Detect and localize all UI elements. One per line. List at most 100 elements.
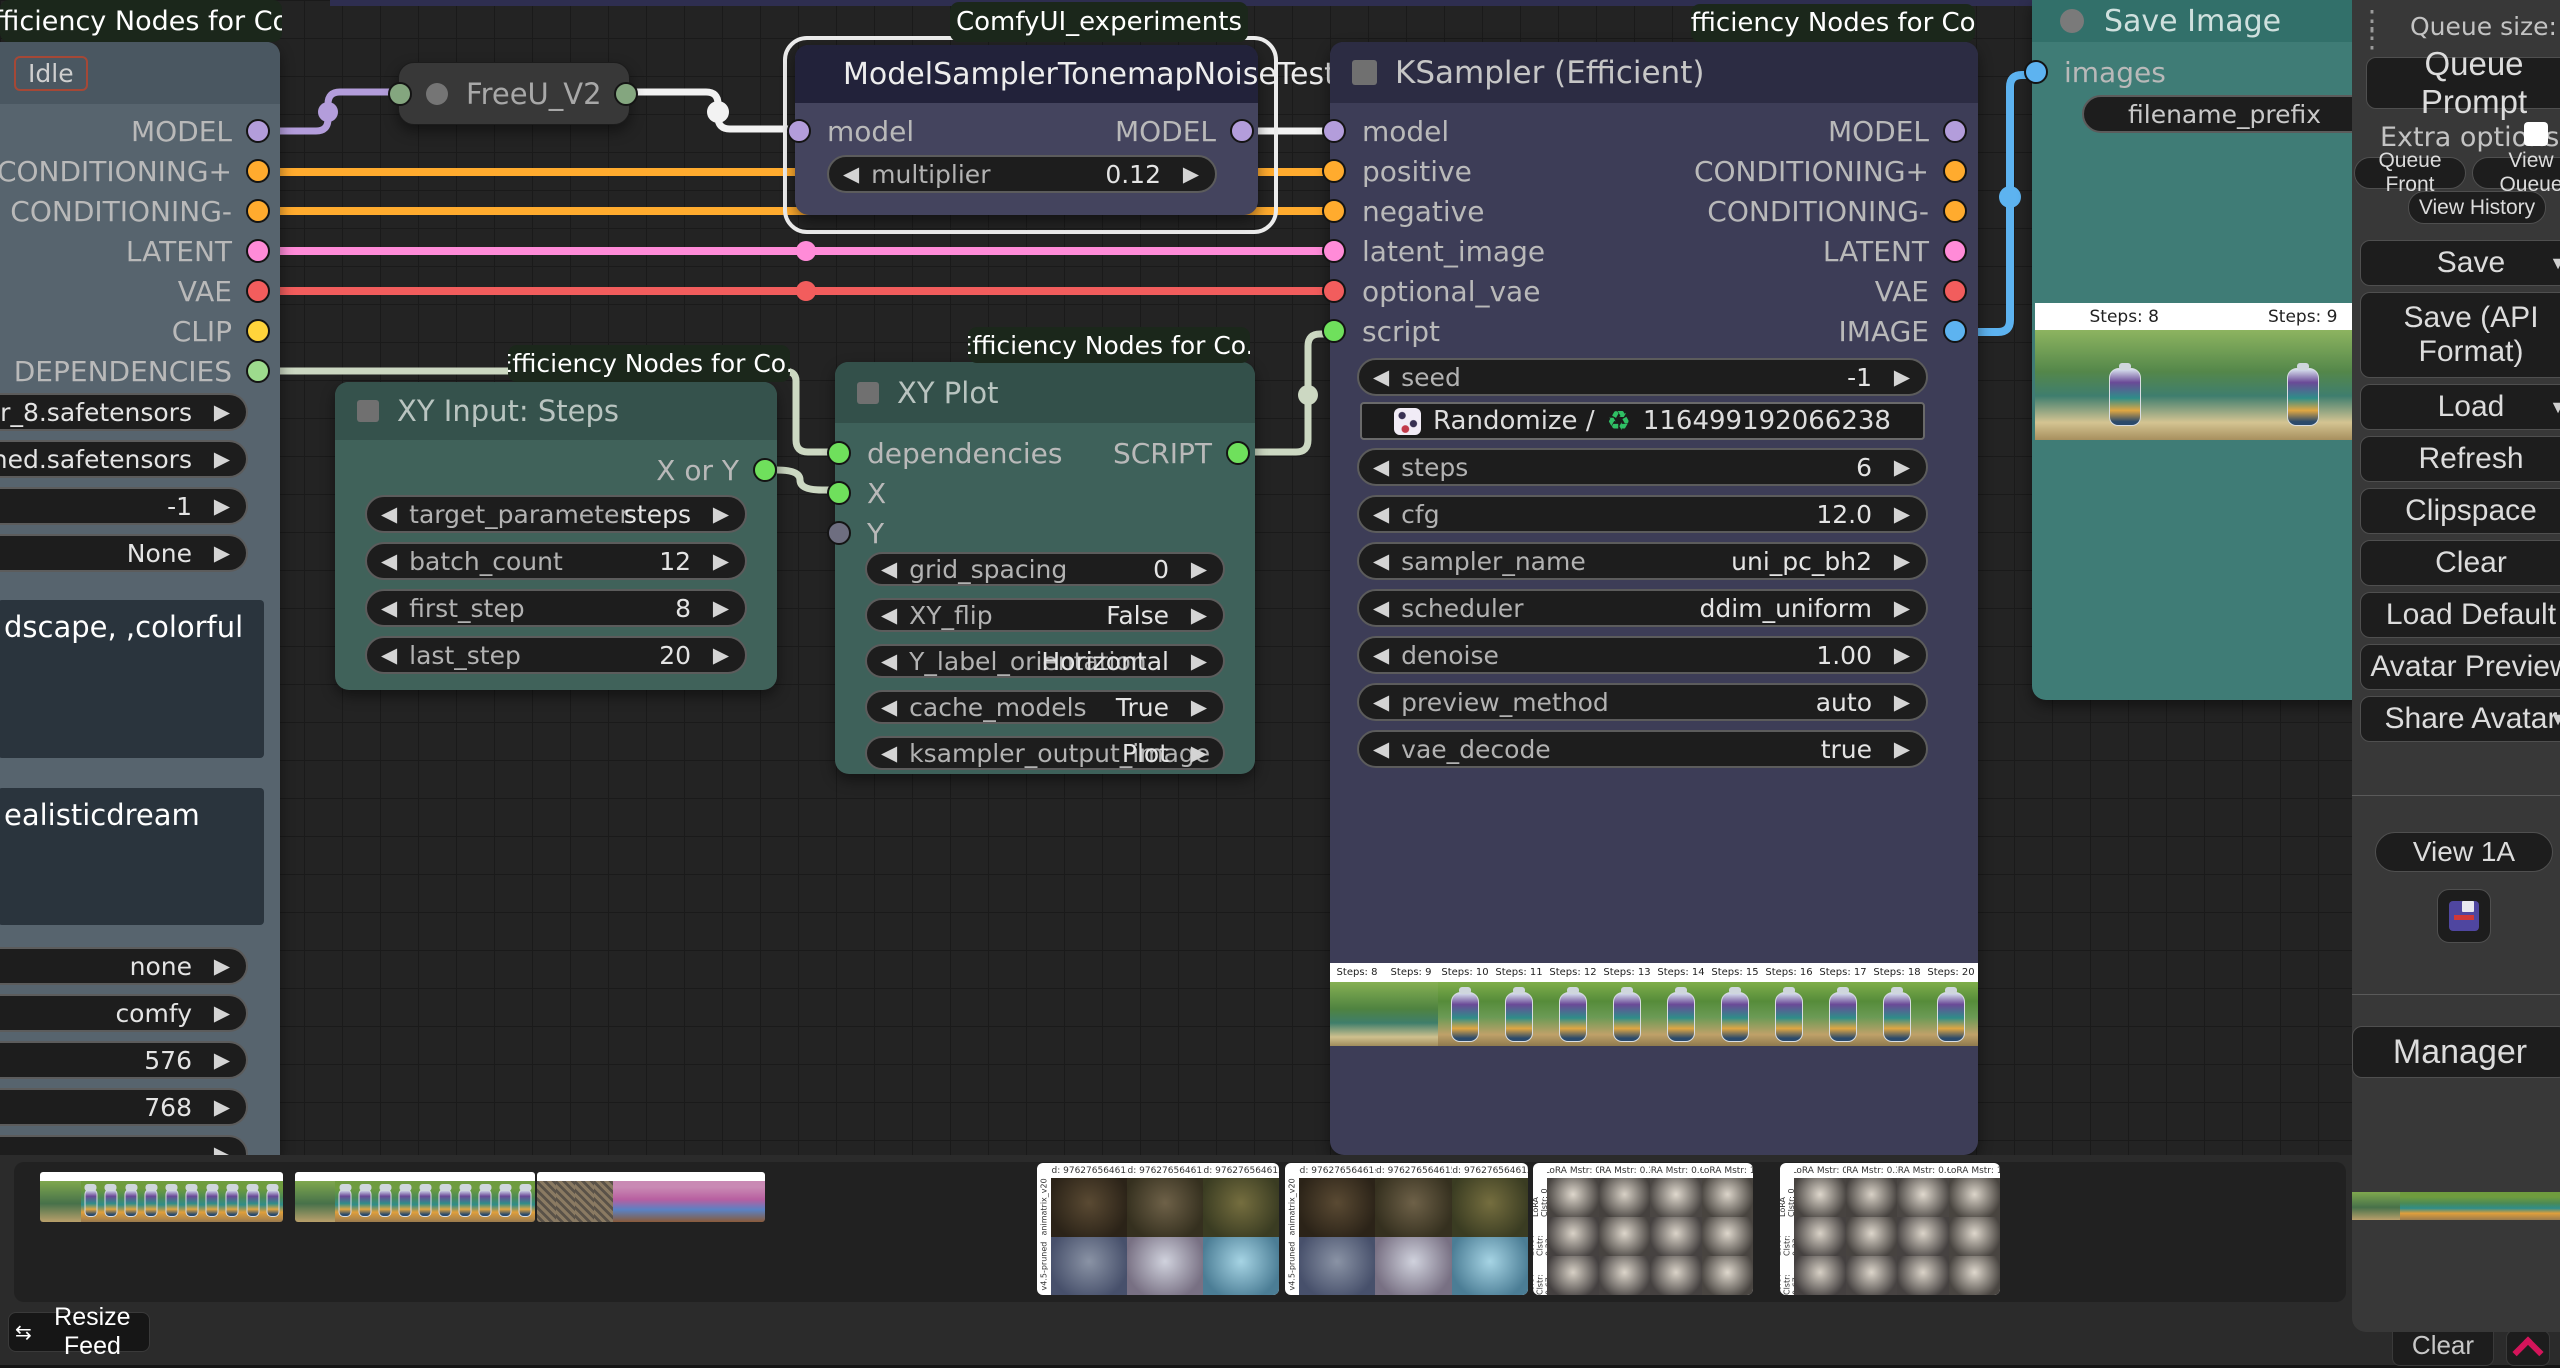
xy_plot-widget-grid_spacing[interactable]: ◀grid_spacing0▶ — [865, 552, 1225, 586]
increment-icon[interactable]: ▶ — [713, 504, 729, 525]
decrement-icon[interactable]: ◀ — [881, 743, 897, 764]
clip-slot[interactable] — [246, 319, 270, 343]
decrement-icon[interactable]: ◀ — [1373, 551, 1389, 572]
xy_plot-widget-Y_label_orientation[interactable]: ◀Y_label_orientationHorizontal▶ — [865, 644, 1225, 678]
ksampler-widget-scheduler[interactable]: ◀schedulerddim_uniform▶ — [1357, 589, 1928, 627]
clipspace-button[interactable]: Clipspace — [2360, 488, 2560, 534]
increment-icon[interactable]: ▶ — [1191, 605, 1207, 626]
dropdown-arrow-icon[interactable]: ▼ — [2549, 709, 2560, 730]
loader-widget-comfy[interactable]: comfy▶ — [0, 994, 248, 1032]
freeu-right-slot[interactable] — [614, 82, 638, 106]
feed-thumbnail-xy-grid[interactable] — [40, 1172, 283, 1222]
node-xy-plot[interactable]: XY Plot dependenciesXY SCRIPT ◀grid_spac… — [835, 362, 1255, 774]
extra-options-checkbox[interactable] — [2524, 122, 2548, 146]
decrement-icon[interactable]: ◀ — [1373, 504, 1389, 525]
increment-icon[interactable]: ▶ — [1894, 598, 1910, 619]
ksampler-widget-vae_decode[interactable]: ◀vae_decodetrue▶ — [1357, 730, 1928, 768]
increment-icon[interactable]: ▶ — [1191, 651, 1207, 672]
collapse-dot-icon[interactable] — [426, 83, 448, 105]
dropdown-arrow-icon[interactable]: ▼ — [2549, 253, 2560, 274]
drag-handle-icon[interactable]: ⋮⋮ — [2358, 12, 2386, 47]
xy_input-widget-last_step[interactable]: ◀last_step20▶ — [365, 636, 747, 674]
avatar-preview-button[interactable]: Avatar Preview — [2360, 644, 2560, 690]
feed-mini-thumbnail[interactable] — [2352, 1192, 2560, 1220]
decrement-icon[interactable]: ◀ — [381, 645, 397, 666]
loader-widget-576[interactable]: 576▶ — [0, 1041, 248, 1079]
x-slot[interactable] — [827, 481, 851, 505]
xy_plot-widget-XY_flip[interactable]: ◀XY_flipFalse▶ — [865, 598, 1225, 632]
latent-slot[interactable] — [246, 239, 270, 263]
conditioning+-slot[interactable] — [246, 159, 270, 183]
collapse-square-icon[interactable] — [357, 400, 379, 422]
ksampler-widget-denoise[interactable]: ◀denoise1.00▶ — [1357, 636, 1928, 674]
loader-widget-None[interactable]: None▶ — [0, 534, 248, 572]
negative-prompt-textarea[interactable]: ealisticdream — [0, 788, 264, 925]
node-save-image[interactable]: Save Image images filename_prefix Steps:… — [2032, 0, 2392, 700]
node-freeu-v2[interactable]: FreeU_V2 — [398, 62, 630, 125]
decrement-icon[interactable]: ◀ — [843, 164, 859, 185]
graph-canvas[interactable]: Efficiency Nodes for Co.. Idle MODELCOND… — [0, 0, 2560, 1155]
conditioning+-slot[interactable] — [1943, 159, 1967, 183]
conditioning--slot[interactable] — [246, 199, 270, 223]
ksampler-widget-preview_method[interactable]: ◀preview_methodauto▶ — [1357, 683, 1928, 721]
feed-thumbnail-seed-grid[interactable]: Seed: 97627656461567Seed: 97627656461568… — [1037, 1163, 1279, 1295]
increment-icon[interactable]: ▶ — [1894, 551, 1910, 572]
ksampler-widget-seed[interactable]: ◀seed-1▶ — [1357, 358, 1928, 396]
xy_plot-widget-cache_models[interactable]: ◀cache_modelsTrue▶ — [865, 690, 1225, 724]
decrement-icon[interactable]: ◀ — [381, 504, 397, 525]
feed-thumbnail-lora-grid[interactable]: LoRA Mstr: 0LoRA Mstr: 0.33LoRA Mstr: 0.… — [1533, 1163, 1753, 1295]
queue-front-button[interactable]: Queue Front — [2354, 157, 2466, 189]
decrement-icon[interactable]: ◀ — [1373, 739, 1389, 760]
decrement-icon[interactable]: ◀ — [381, 598, 397, 619]
load-default-button[interactable]: Load Default — [2360, 592, 2560, 638]
feed-thumbnail-seed-grid[interactable]: Seed: 97627656461567Seed: 97627656461568… — [1285, 1163, 1528, 1295]
increment-icon[interactable]: ▶ — [214, 1003, 230, 1024]
images-slot[interactable] — [2024, 60, 2048, 84]
increment-icon[interactable]: ▶ — [1894, 504, 1910, 525]
save-api-format--button[interactable]: Save (API Format) — [2360, 292, 2560, 378]
ksampler-widget-sampler_name[interactable]: ◀sampler_nameuni_pc_bh2▶ — [1357, 542, 1928, 580]
clear-button[interactable]: Clear — [2360, 540, 2560, 586]
increment-icon[interactable]: ▶ — [214, 956, 230, 977]
model-slot[interactable] — [246, 119, 270, 143]
decrement-icon[interactable]: ◀ — [881, 697, 897, 718]
decrement-icon[interactable]: ◀ — [881, 559, 897, 580]
node-ksampler-efficient[interactable]: KSampler (Efficient) modelpositivenegati… — [1330, 42, 1978, 1155]
feed-thumbnail-lora-grid[interactable]: LoRA Mstr: 0LoRA Mstr: 0.33LoRA Mstr: 0.… — [1780, 1163, 2000, 1295]
increment-icon[interactable]: ▶ — [1894, 739, 1910, 760]
share-avatar-button[interactable]: Share Avatar▼ — [2360, 696, 2560, 742]
node-xy-input-steps[interactable]: XY Input: Steps X or Y ◀target_parameter… — [335, 382, 777, 690]
feed-thumbnail-xy-grid[interactable] — [537, 1172, 765, 1222]
increment-icon[interactable]: ▶ — [1191, 743, 1207, 764]
xy_input-widget-batch_count[interactable]: ◀batch_count12▶ — [365, 542, 747, 580]
seed-control-button[interactable]: Randomize / ♻ 116499192066238 — [1360, 402, 1925, 440]
queue-prompt-button[interactable]: Queue Prompt — [2366, 57, 2560, 109]
increment-icon[interactable]: ▶ — [214, 543, 230, 564]
decrement-icon[interactable]: ◀ — [1373, 457, 1389, 478]
load-button[interactable]: Load▼ — [2360, 384, 2560, 430]
increment-icon[interactable]: ▶ — [214, 402, 230, 423]
dependencies-slot[interactable] — [246, 359, 270, 383]
conditioning--slot[interactable] — [1943, 199, 1967, 223]
feed-thumbnail-xy-grid[interactable] — [295, 1172, 535, 1222]
dropdown-arrow-icon[interactable]: ▼ — [2549, 397, 2560, 418]
save-workflow-icon-button[interactable] — [2437, 889, 2491, 943]
xory-slot[interactable] — [753, 458, 777, 482]
positive-prompt-textarea[interactable]: dscape, ,colorful — [0, 600, 264, 758]
increment-icon[interactable]: ▶ — [713, 598, 729, 619]
vae-slot[interactable] — [246, 279, 270, 303]
increment-icon[interactable]: ▶ — [1191, 697, 1207, 718]
view-history-button[interactable]: View History — [2408, 191, 2546, 224]
increment-icon[interactable]: ▶ — [1894, 457, 1910, 478]
loader-widget-uned.safetensors[interactable]: uned.safetensors▶ — [0, 440, 248, 478]
increment-icon[interactable]: ▶ — [1894, 645, 1910, 666]
node-tonemap[interactable]: ModelSamplerTonemapNoiseTest model MODEL… — [795, 45, 1258, 215]
xy_input-widget-first_step[interactable]: ◀first_step8▶ — [365, 589, 747, 627]
image-slot[interactable] — [1943, 319, 1967, 343]
tonemap-widget-multiplier[interactable]: ◀multiplier0.12▶ — [827, 155, 1217, 193]
increment-icon[interactable]: ▶ — [214, 496, 230, 517]
decrement-icon[interactable]: ◀ — [1373, 367, 1389, 388]
collapse-circle-icon[interactable] — [2060, 9, 2084, 33]
freeu-left-slot[interactable] — [388, 82, 412, 106]
increment-icon[interactable]: ▶ — [713, 645, 729, 666]
